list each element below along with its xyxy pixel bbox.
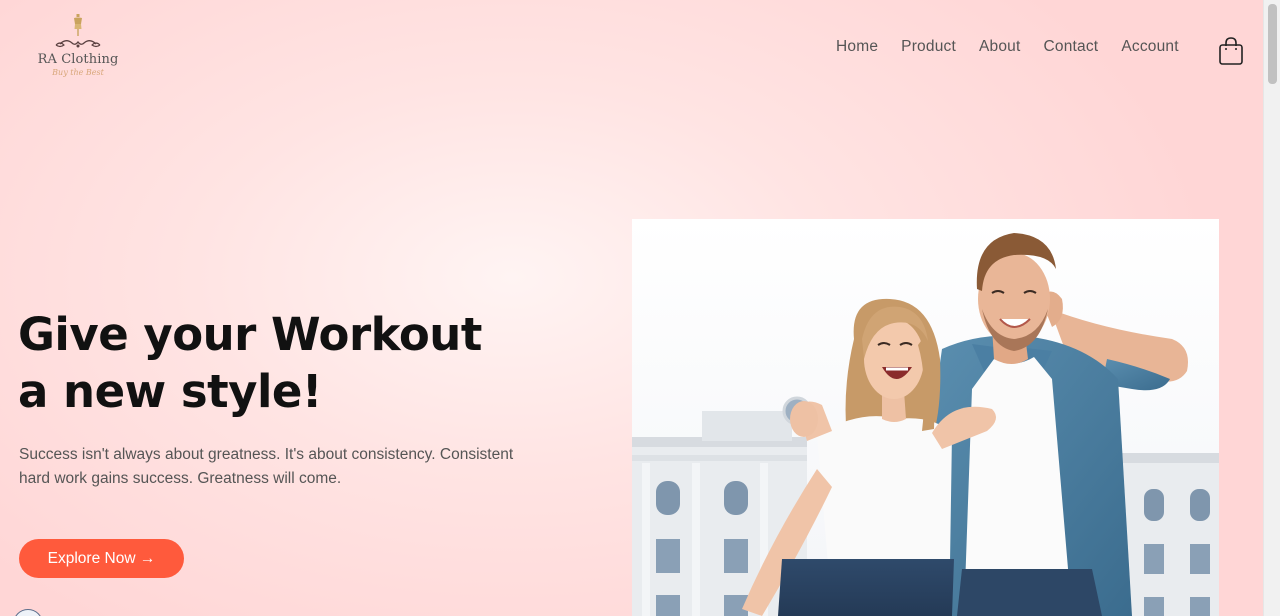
explore-now-button[interactable]: Explore Now → — [19, 539, 184, 578]
nav-account[interactable]: Account — [1121, 38, 1178, 56]
brand-tagline: Buy the Best — [52, 68, 104, 77]
nav-home[interactable]: Home — [836, 38, 878, 56]
couple-laughing-photo — [632, 219, 1219, 616]
hero-subtitle-line-1: Success isn't always about greatness. It… — [19, 446, 514, 463]
hero-image — [632, 219, 1219, 616]
scrollbar-thumb[interactable] — [1268, 4, 1277, 84]
nav-about[interactable]: About — [979, 38, 1021, 56]
hero-title-line-2: a new style! — [18, 365, 322, 418]
shopping-bag-icon — [1219, 37, 1243, 65]
chat-widget-icon[interactable] — [13, 609, 43, 616]
page-scrollbar[interactable] — [1263, 0, 1280, 616]
dress-form-icon — [55, 14, 101, 48]
hero-title-line-1: Give your Workout — [18, 308, 482, 361]
nav-contact[interactable]: Contact — [1044, 38, 1099, 56]
hero-title: Give your Workout a new style! — [18, 306, 578, 420]
hero-subtitle: Success isn't always about greatness. It… — [19, 443, 579, 490]
brand-logo[interactable]: RA Clothing Buy the Best — [30, 12, 126, 84]
hero-subtitle-line-2: hard work gains success. Greatness will … — [19, 469, 342, 487]
nav-product[interactable]: Product — [901, 38, 956, 56]
cart-button[interactable] — [1218, 36, 1244, 66]
main-nav: Home Product About Contact Account — [836, 38, 1202, 56]
brand-name: RA Clothing — [37, 52, 119, 67]
